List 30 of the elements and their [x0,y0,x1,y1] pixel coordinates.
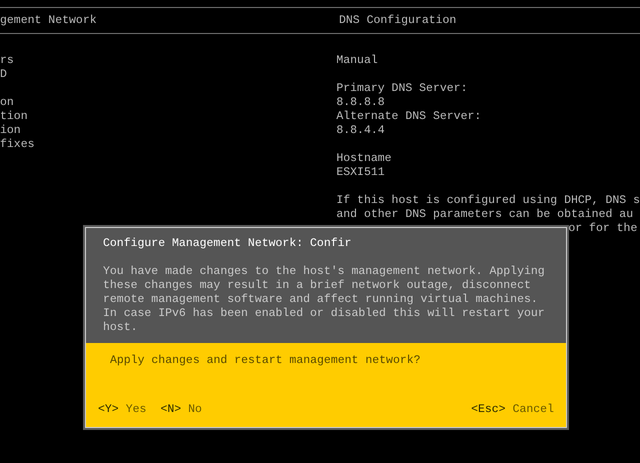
dialog-action-button[interactable]: <Esc> Cancel [471,403,554,417]
config-text: Alternate DNS Server: [336,110,482,124]
config-text: or for the [568,222,638,235]
action-label: Cancel [512,403,554,417]
key-hint: <Esc> [471,403,506,417]
menu-item-text: on [0,96,15,110]
config-text: If this host is configured using DHCP, DNS s [336,194,640,208]
config-text: Hostname [336,152,393,166]
dialog-title: Configure Management Network: Confir [103,237,352,251]
menu-item-text: rs [0,54,15,68]
config-text: 8.8.8.8 [336,96,386,110]
menu-item-text: tion [0,110,29,124]
config-text: Primary DNS Server: [336,82,468,96]
key-hint: <N> [160,403,182,417]
dialog-action-button[interactable]: <N> No [160,403,202,417]
menu-item-text: D [0,68,8,82]
dialog-action-button[interactable]: <Y> Yes [98,403,146,417]
menu-item-text: ion [0,124,22,138]
panel-title: DNS Configuration [339,14,456,26]
panel-title: gement Network [0,14,97,26]
config-text: 8.8.4.4 [336,124,386,138]
menu-item-text: fixes [0,138,36,152]
config-text: Manual [336,54,379,68]
dialog-question: Apply changes and restart management network? [109,353,422,368]
action-label: No [188,403,202,417]
key-hint: <Y> [98,403,119,417]
action-label: Yes [126,403,146,417]
config-text: ESXI511 [336,166,386,180]
dialog-message: You have made changes to the host's management network. Applying these changes may result in a brief network outage, disconnect remote management software and affect running virtual machines. In case IPv6 has been enabled or disabled this will restart your host. [103,265,546,335]
config-text: and other DNS parameters can be obtained au [336,208,634,222]
